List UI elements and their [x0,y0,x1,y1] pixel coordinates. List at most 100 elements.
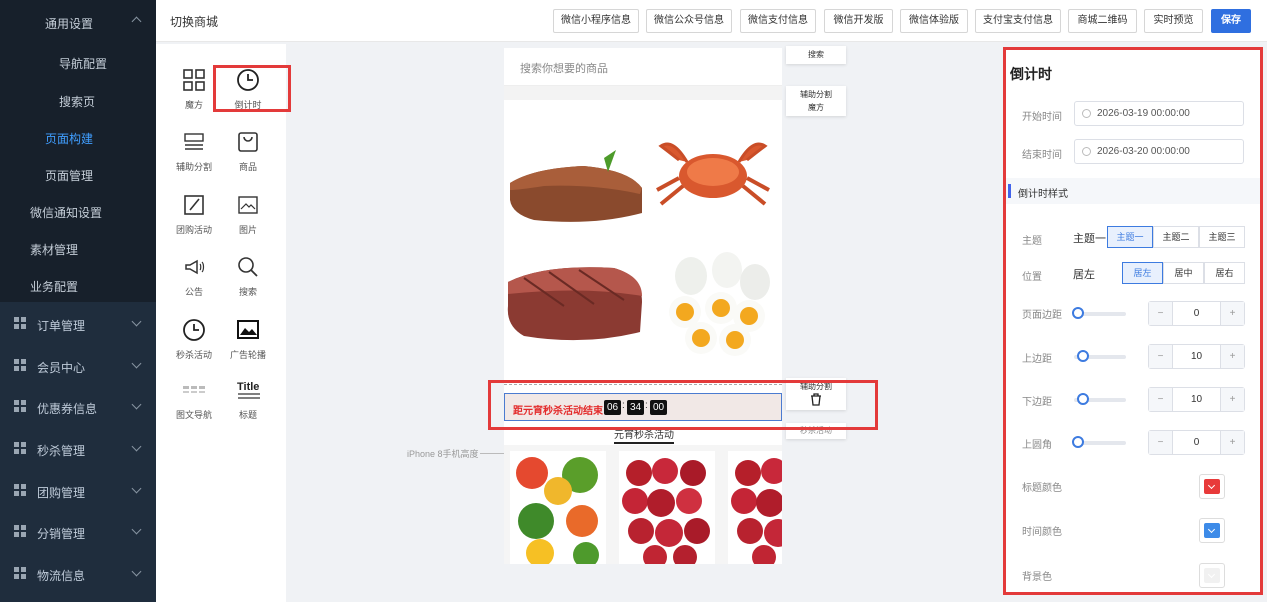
component-banner[interactable]: 广告轮播 [218,318,278,361]
top-margin-stepper[interactable]: −10 + [1148,344,1245,369]
switch-mall-link[interactable]: 切换商城 [170,13,218,30]
page-margin-stepper[interactable]: −0 + [1148,301,1245,326]
sidebar: 通用设置 导航配置 搜索页 页面构建 页面管理 微信通知设置 素材管理 业务配置… [0,0,156,602]
cube-image-steak[interactable] [504,128,643,238]
iphone-height-line [480,453,504,454]
component-search[interactable]: 搜索 [218,255,278,298]
title-color-picker[interactable] [1199,474,1225,499]
preview-divider [504,86,782,100]
position-center[interactable]: 居中 [1163,262,1204,284]
preview-search-box[interactable]: 搜索你想要的商品 [504,48,782,86]
radius-stepper[interactable]: −0 + [1148,430,1245,455]
top-margin-slider[interactable] [1074,350,1126,362]
page-margin-label: 页面边距 [1022,310,1062,321]
slider-handle[interactable] [1072,307,1084,319]
cube-image-crab[interactable] [643,128,782,238]
minus-button[interactable]: − [1149,345,1173,368]
chevron-down-icon [131,566,142,577]
product-card[interactable] [510,451,606,564]
sidebar-item-nav-config[interactable]: 导航配置 [59,55,139,72]
end-time-input[interactable]: 2026-03-20 00:00:00 [1074,139,1244,164]
theme-option-1[interactable]: 主题一 [1107,226,1153,248]
minus-button[interactable]: − [1149,388,1173,411]
plus-button[interactable]: + [1220,388,1244,411]
plus-button[interactable]: + [1220,345,1244,368]
sidebar-item-general-settings[interactable]: 通用设置 [45,15,145,32]
clock-icon [1082,109,1091,118]
position-left[interactable]: 居左 [1122,262,1163,284]
page-margin-slider[interactable] [1072,307,1126,319]
plus-button[interactable]: + [1220,431,1244,454]
theme-option-2[interactable]: 主题二 [1153,226,1199,248]
picture-icon [236,318,260,342]
bg-color-picker[interactable] [1199,563,1225,588]
live-preview-button[interactable]: 实时预览 [1144,9,1203,33]
cube-image-eggs[interactable] [643,246,782,360]
minus-button[interactable]: − [1149,302,1173,325]
clock-icon [182,318,206,342]
chevron-down-icon [131,399,142,410]
product-card[interactable] [728,451,782,564]
grid-icon [14,317,26,329]
nav-grid-icon [182,378,206,402]
sidebar-group-distribution[interactable]: 分销管理 [0,511,156,553]
sidebar-group-orders[interactable]: 订单管理 [0,303,156,345]
bg-color-label: 背景色 [1022,572,1052,583]
save-button[interactable]: 保存 [1211,9,1251,33]
sidebar-group-members[interactable]: 会员中心 [0,345,156,387]
theme-option-3[interactable]: 主题三 [1199,226,1245,248]
seckill-products [504,445,782,564]
sidebar-item-wechat-notify[interactable]: 微信通知设置 [30,204,150,221]
radius-label: 上圆角 [1022,440,1052,451]
component-seckill[interactable]: 秒杀活动 [164,318,224,361]
wechat-pay-button[interactable]: 微信支付信息 [740,9,816,33]
sidebar-group-groupbuy[interactable]: 团购管理 [0,470,156,512]
slider-handle[interactable] [1077,350,1089,362]
grid-icon [14,442,26,454]
alipay-button[interactable]: 支付宝支付信息 [975,9,1061,33]
wechat-official-account-button[interactable]: 微信公众号信息 [646,9,732,33]
minus-button[interactable]: − [1149,431,1173,454]
image-icon [236,193,260,217]
title-color-label: 标题颜色 [1022,483,1062,494]
tag-search[interactable]: 搜索 [786,46,846,64]
panel-title: 倒计时 [1010,66,1052,82]
product-card[interactable] [619,451,715,564]
time-color-picker[interactable] [1199,518,1225,543]
component-title[interactable]: Title 标题 [218,378,278,421]
component-groupbuy[interactable]: 团购活动 [164,193,224,236]
sidebar-item-business-config[interactable]: 业务配置 [30,278,150,295]
bottom-margin-slider[interactable] [1074,393,1126,405]
bottom-margin-stepper[interactable]: −10 + [1148,387,1245,412]
chevron-down-icon [1204,479,1220,494]
position-right[interactable]: 居右 [1204,262,1245,284]
cube-image-beef[interactable] [504,246,643,360]
highlight-countdown-component [213,65,291,112]
edit-icon [182,193,206,217]
component-product[interactable]: 商品 [218,130,278,173]
tag-divider-cube[interactable]: 辅助分割 魔方 [786,86,846,116]
slider-handle[interactable] [1077,393,1089,405]
mall-qrcode-button[interactable]: 商城二维码 [1068,9,1137,33]
sidebar-item-page-manage[interactable]: 页面管理 [45,167,145,184]
slider-handle[interactable] [1072,436,1084,448]
wechat-dev-button[interactable]: 微信开发版 [824,9,893,33]
sidebar-item-search-page[interactable]: 搜索页 [59,93,139,110]
sidebar-item-materials[interactable]: 素材管理 [30,241,150,258]
sidebar-group-seckill[interactable]: 秒杀管理 [0,428,156,470]
component-image[interactable]: 图片 [218,193,278,236]
radius-slider[interactable] [1072,436,1126,448]
component-notice[interactable]: 公告 [164,255,224,298]
wechat-miniprogram-button[interactable]: 微信小程序信息 [553,9,639,33]
plus-button[interactable]: + [1220,302,1244,325]
highlight-countdown-preview [488,380,878,430]
sidebar-group-coupons[interactable]: 优惠券信息 [0,386,156,428]
sidebar-group-logistics[interactable]: 物流信息 [0,553,156,595]
component-divider[interactable]: 辅助分割 [164,130,224,173]
megaphone-icon [182,255,206,279]
component-image-nav[interactable]: 图文导航 [164,378,224,421]
grid-icon [14,484,26,496]
sidebar-item-page-builder[interactable]: 页面构建 [45,130,145,147]
wechat-trial-button[interactable]: 微信体验版 [900,9,968,33]
start-time-input[interactable]: 2026-03-19 00:00:00 [1074,101,1244,126]
